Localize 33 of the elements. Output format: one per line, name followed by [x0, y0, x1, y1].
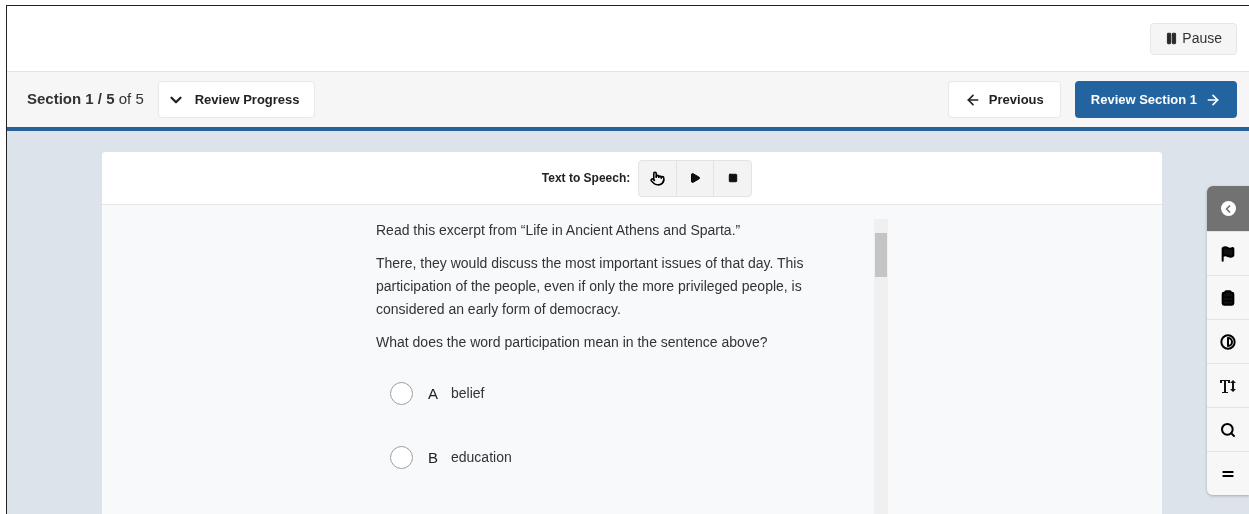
option-text: education [451, 448, 512, 467]
chevron-left-icon [1220, 201, 1236, 216]
review-progress-button[interactable]: Review Progress [157, 81, 315, 118]
radio-button[interactable] [390, 446, 413, 469]
option-letter: A [428, 384, 438, 404]
clipboard-tool-button[interactable] [1207, 275, 1249, 319]
pointer-icon [650, 170, 666, 186]
search-icon [1220, 421, 1236, 438]
section-indicator: Section 1 / 5 of 5 [27, 89, 144, 110]
collapse-button[interactable] [1207, 186, 1249, 231]
flag-tool-button[interactable] [1207, 231, 1249, 275]
play-icon [689, 172, 702, 184]
option-text: belief [451, 384, 485, 403]
flag-icon [1220, 245, 1236, 262]
question-intro: Read this excerpt from “Life in Ancient Athens and Sparta.” [376, 221, 742, 240]
scrollbar[interactable] [874, 219, 888, 514]
text-to-speech-label: Text to Speech: [541, 170, 631, 187]
review-section-button[interactable]: Review Section 1 [1074, 81, 1237, 118]
contrast-tool-button[interactable] [1207, 319, 1249, 363]
clipboard-icon [1220, 289, 1236, 306]
excerpt-paragraph: There, they would discuss the most important issues of that day. This participation of the people, even if only the more privileged people, is considered an early form of democracy. [376, 254, 805, 319]
option-letter: B [428, 448, 438, 468]
radio-button[interactable] [390, 382, 413, 405]
text-size-tool-button[interactable] [1207, 363, 1249, 407]
pause-button[interactable]: Pause [1150, 22, 1237, 55]
search-tool-button[interactable] [1207, 407, 1249, 451]
text-size-icon [1219, 378, 1237, 393]
previous-button[interactable]: Previous [947, 81, 1061, 118]
contrast-icon [1220, 333, 1236, 350]
stop-icon [727, 173, 738, 183]
menu-tool-button[interactable] [1207, 451, 1249, 495]
question-prompt: What does the word participation mean in the sentence above? [376, 333, 769, 352]
pause-icon [1165, 32, 1179, 45]
